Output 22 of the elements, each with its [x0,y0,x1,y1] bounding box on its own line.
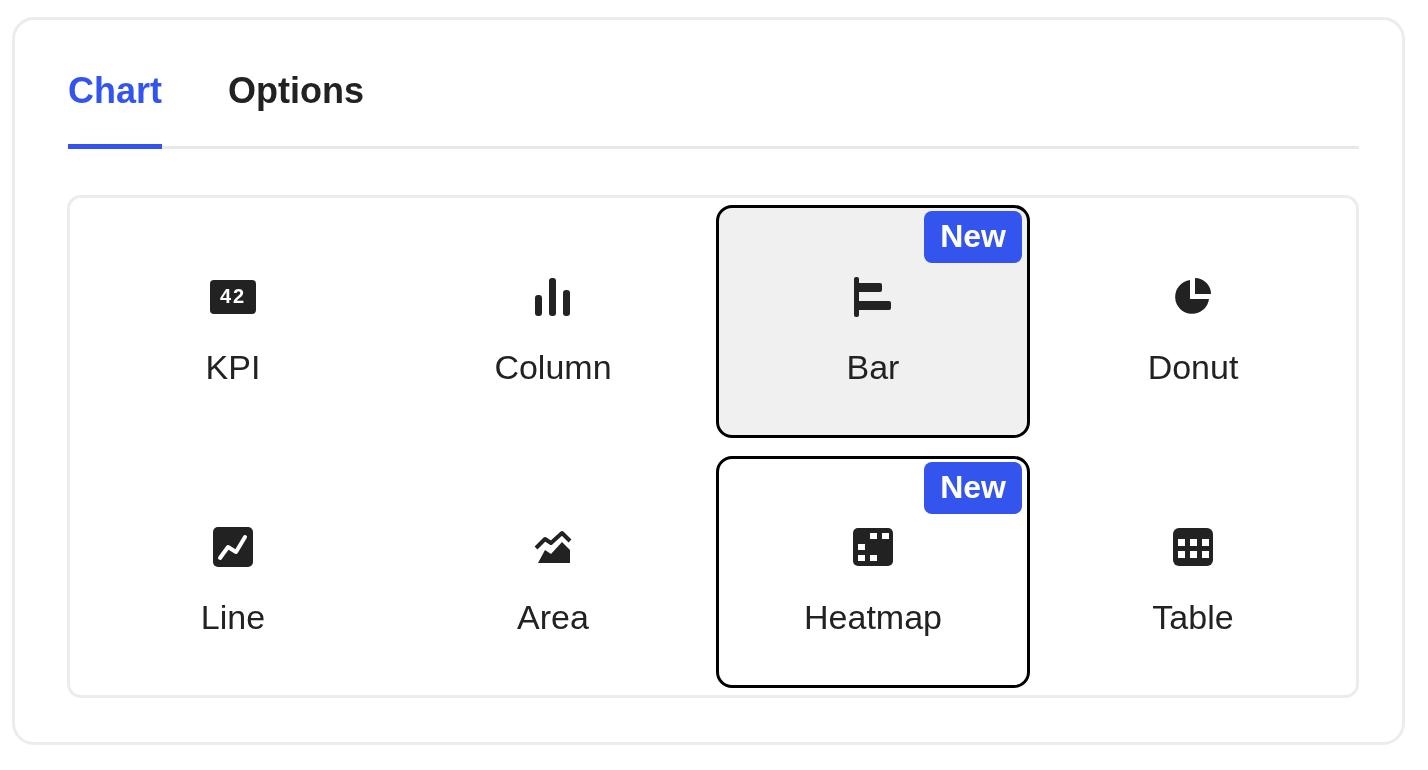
new-badge: New [924,461,1022,514]
chart-type-label: Donut [1147,347,1239,387]
heatmap-icon [853,528,893,567]
chart-type-tile[interactable]: New Heatmap [716,455,1030,688]
chart-type-label: Heatmap [804,598,942,638]
column-chart-icon [535,277,571,316]
chart-type-label: Line [200,598,266,638]
chart-type-label: KPI [205,347,261,387]
bar-chart-icon [854,276,892,317]
pie-chart-icon [1174,277,1212,316]
new-badge: New [924,211,1022,263]
chart-type-label: Column [494,347,612,387]
chart-type-tile[interactable]: New Bar [716,205,1030,438]
tab[interactable]: Chart [68,70,162,149]
chart-type-label: Table [1152,598,1234,638]
table-icon [1173,528,1213,567]
tab[interactable]: Options [228,70,364,149]
line-chart-icon [213,527,253,568]
chart-type-label: Area [517,598,589,638]
area-chart-icon [534,530,572,565]
chart-type-label: Bar [846,347,900,387]
kpi-icon: 42 [210,279,256,314]
